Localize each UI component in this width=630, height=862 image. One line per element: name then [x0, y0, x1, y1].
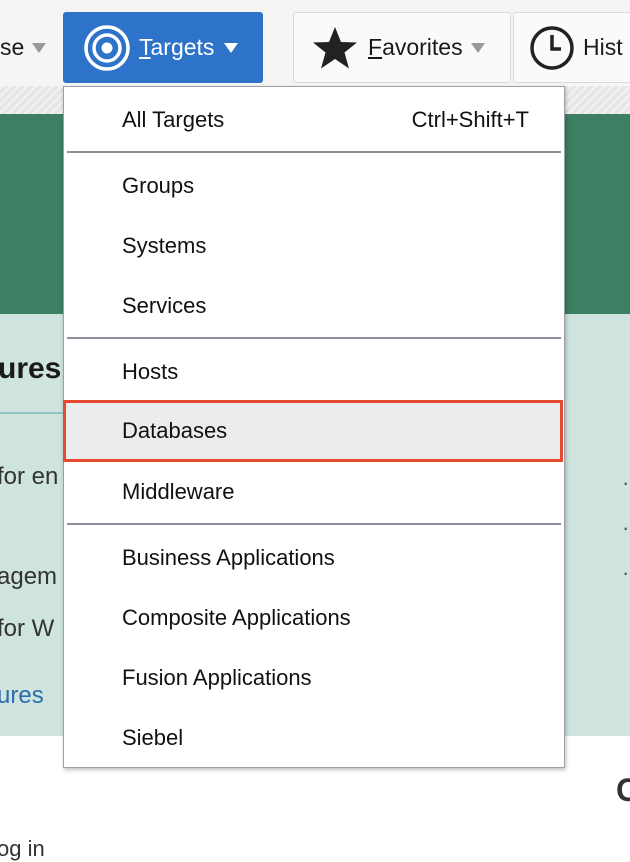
menu-item-databases[interactable]: Databases — [63, 400, 563, 462]
targets-dropdown-menu: All Targets Ctrl+Shift+T Groups Systems … — [63, 86, 565, 768]
targets-label: Targets — [139, 34, 214, 61]
menu-item-label: Databases — [122, 418, 228, 443]
targets-menu-button[interactable]: Targets — [63, 12, 263, 83]
menu-item-services[interactable]: Services — [64, 278, 564, 334]
keyboard-shortcut: Ctrl+Shift+T — [411, 107, 529, 132]
enterprise-menu-button[interactable]: se — [0, 12, 53, 83]
menu-item-label: Hosts — [122, 359, 179, 384]
caret-down-icon — [224, 42, 239, 53]
right-edge-mark: · — [622, 515, 630, 540]
heading-underline — [0, 412, 64, 414]
menu-separator — [67, 523, 561, 525]
features-line-2: agem — [0, 563, 58, 590]
menu-item-label: Business Applications — [122, 545, 335, 570]
features-line-3: for W — [0, 615, 55, 642]
favorites-label-rest: avorites — [382, 34, 463, 60]
menu-item-label: Middleware — [122, 479, 235, 504]
menu-item-label: Groups — [122, 173, 195, 198]
favorites-accesskey: F — [368, 34, 383, 60]
star-icon — [313, 26, 357, 68]
right-heading-fragment: C — [616, 772, 630, 808]
menu-item-groups[interactable]: Groups — [64, 158, 564, 214]
favorites-menu-button[interactable]: Favorites — [293, 12, 511, 83]
right-edge-mark: · — [622, 560, 630, 585]
menu-item-systems[interactable]: Systems — [64, 218, 564, 274]
enterprise-label: se — [0, 34, 25, 60]
caret-down-icon — [470, 42, 485, 53]
menu-item-label: Fusion Applications — [122, 665, 312, 690]
target-icon — [84, 24, 130, 71]
favorites-label: Favorites — [368, 34, 463, 61]
menu-item-label: Composite Applications — [122, 605, 351, 630]
clock-icon — [530, 25, 574, 70]
menu-item-hosts[interactable]: Hosts — [64, 344, 564, 400]
menu-item-label: Systems — [122, 233, 207, 258]
history-label: Hist — [583, 34, 623, 60]
menu-item-label: Services — [122, 293, 207, 318]
menu-item-siebel[interactable]: Siebel — [64, 710, 564, 766]
menu-item-label: All Targets — [122, 107, 225, 132]
menu-item-business-applications[interactable]: Business Applications — [64, 530, 564, 586]
features-line-1: for en — [0, 463, 59, 490]
menu-separator — [67, 337, 561, 339]
menu-item-all-targets[interactable]: All Targets Ctrl+Shift+T — [64, 92, 564, 148]
features-heading: ures — [0, 352, 62, 385]
menu-item-composite-applications[interactable]: Composite Applications — [64, 590, 564, 646]
history-menu-button[interactable]: Hist — [513, 12, 630, 83]
menu-item-middleware[interactable]: Middleware — [64, 464, 564, 520]
menu-item-label: Siebel — [122, 725, 184, 750]
targets-label-rest: argets — [150, 34, 215, 60]
right-edge-mark: · — [622, 470, 630, 495]
targets-accesskey: T — [139, 34, 151, 60]
features-link[interactable]: ures — [0, 682, 44, 710]
menu-separator — [67, 151, 561, 153]
login-text: og in — [0, 836, 45, 861]
caret-down-icon — [32, 42, 47, 53]
menu-item-fusion-applications[interactable]: Fusion Applications — [64, 650, 564, 706]
